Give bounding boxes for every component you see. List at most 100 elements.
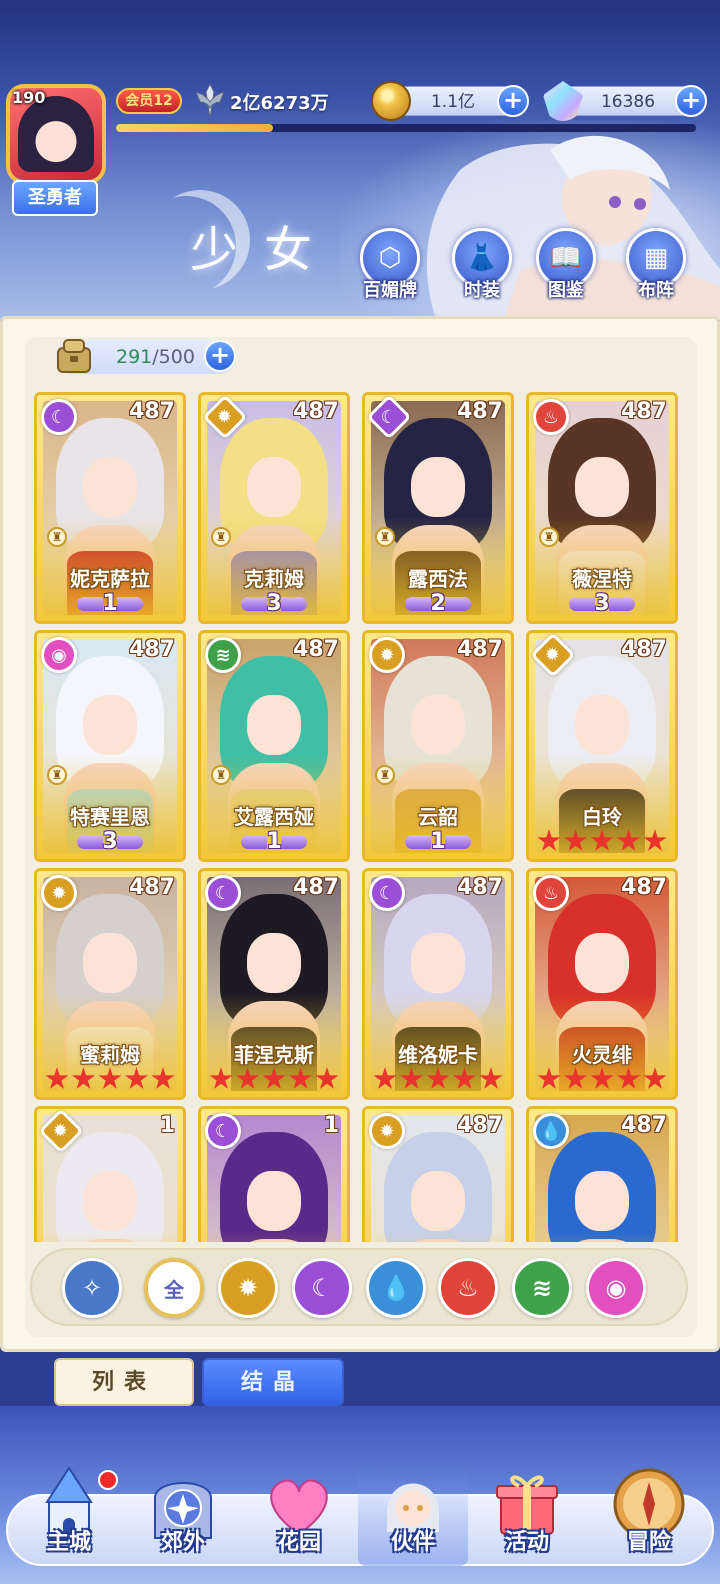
star-icon: [643, 1067, 667, 1089]
fashion-button[interactable]: 👗 时装: [446, 228, 518, 302]
portrait-face: [83, 694, 137, 755]
exp-progress-bar: [116, 124, 696, 132]
character-card[interactable]: ✹ 487 蜜莉姆: [34, 868, 186, 1100]
nav-partners[interactable]: 伙伴: [358, 1462, 468, 1566]
character-card[interactable]: ☾ 487 菲涅克斯: [198, 868, 350, 1100]
filter-all-button[interactable]: 全: [144, 1258, 204, 1318]
star-icon: [479, 1067, 503, 1089]
character-level: 487: [621, 637, 667, 662]
character-level: 487: [457, 637, 503, 662]
codex-button[interactable]: 📖 图鉴: [530, 228, 602, 302]
character-level: 487: [293, 875, 339, 900]
awakening-rank: 3: [102, 829, 118, 854]
character-card[interactable]: ♨ 487 火灵绯: [526, 868, 678, 1100]
star-icon: [616, 829, 641, 851]
character-card[interactable]: ✹ 487 ♜ 克莉姆 3: [198, 392, 350, 624]
fashion-label: 时装: [464, 280, 500, 301]
class-icon: ♜: [47, 527, 67, 547]
character-card[interactable]: ✹ 487 白玲: [526, 630, 678, 862]
portrait-face: [575, 932, 629, 993]
character-name: 妮克萨拉: [70, 567, 150, 591]
awakening-rank: 2: [430, 591, 446, 616]
fire-element-icon: ♨: [533, 875, 569, 911]
capacity-indicator: 291/500 +: [56, 339, 236, 374]
character-card[interactable]: ✹ 487: [362, 1106, 514, 1242]
filter-star-button[interactable]: ✧: [62, 1258, 122, 1318]
character-card[interactable]: ☾ 1: [198, 1106, 350, 1242]
sun-icon: ✹: [237, 1274, 259, 1302]
awakening-rank: 3: [594, 591, 610, 616]
star-icon: [151, 1067, 175, 1089]
vip-badge[interactable]: 会员12: [116, 88, 182, 114]
formation-button[interactable]: ▦ 布阵: [620, 228, 692, 302]
character-card[interactable]: ♨ 487 ♜ 薇涅特 3: [526, 392, 678, 624]
nav-events[interactable]: 活动: [472, 1462, 582, 1566]
character-name: 白玲: [582, 805, 622, 829]
star-icon: [288, 1067, 313, 1089]
character-level: 487: [457, 875, 503, 900]
add-gem-button[interactable]: +: [675, 85, 707, 117]
filter-heart-button[interactable]: ◉: [586, 1258, 646, 1318]
awakening-wings-badge: 1: [77, 591, 143, 617]
star-icon: [563, 1067, 588, 1089]
fire-icon: ♨: [457, 1274, 479, 1302]
class-icon: ♜: [211, 765, 231, 785]
nav-suburbs[interactable]: 郊外: [128, 1462, 238, 1566]
moon-element-icon: ☾: [205, 875, 241, 911]
character-card[interactable]: ◉ 487 ♜ 特赛里恩 3: [34, 630, 186, 862]
exp-progress-fill: [116, 124, 273, 132]
class-icon: ♜: [539, 527, 559, 547]
filter-sun-button[interactable]: ✹: [218, 1258, 278, 1318]
portrait-face: [247, 1170, 301, 1231]
character-level: 487: [129, 399, 175, 424]
filter-wind-button[interactable]: ≋: [512, 1258, 572, 1318]
nav-main-city[interactable]: 主城: [14, 1462, 124, 1566]
expand-capacity-button[interactable]: +: [204, 340, 236, 372]
capacity-text: 291/500: [116, 340, 195, 374]
wind-icon: ≋: [531, 1274, 553, 1302]
class-icon: ♜: [375, 527, 395, 547]
card-deck-button[interactable]: ⬡ 百媚牌: [354, 228, 426, 302]
awakening-rank: 1: [430, 829, 446, 854]
nav-garden[interactable]: 花园: [244, 1462, 354, 1566]
awakening-rank: 3: [266, 591, 282, 616]
water-icon: 💧: [381, 1274, 411, 1302]
star-rating: [373, 1067, 503, 1091]
combat-power-icon: [195, 82, 225, 119]
filter-all-label: 全: [164, 1277, 184, 1302]
tab-list[interactable]: 列表: [54, 1358, 194, 1406]
awakening-wings-badge: 3: [569, 591, 635, 617]
character-grid[interactable]: ☾ 487 ♜ 妮克萨拉 1 ✹ 487 ♜ 克莉姆 3 ☾ 487 ♜ 露西法 2: [34, 392, 686, 1242]
character-card[interactable]: ✹ 1: [34, 1106, 186, 1242]
character-card[interactable]: ☾ 487 维洛妮卡: [362, 868, 514, 1100]
star-icon: [426, 1067, 450, 1089]
filter-water-button[interactable]: 💧: [366, 1258, 426, 1318]
star-icon: [616, 1067, 641, 1089]
add-gold-button[interactable]: +: [497, 85, 529, 117]
star-icon: [124, 1067, 149, 1089]
character-card[interactable]: ☾ 487 ♜ 妮克萨拉 1: [34, 392, 186, 624]
portrait-face: [411, 932, 465, 993]
player-title-badge[interactable]: 圣勇者: [12, 180, 98, 216]
tab-crystal[interactable]: 结晶: [202, 1358, 344, 1406]
filter-fire-button[interactable]: ♨: [438, 1258, 498, 1318]
character-card[interactable]: 💧 487: [526, 1106, 678, 1242]
character-card[interactable]: ☾ 487 ♜ 露西法 2: [362, 392, 514, 624]
star-rating: [209, 1067, 339, 1091]
moon-element-icon: ☾: [369, 875, 405, 911]
character-name: 露西法: [408, 567, 468, 591]
character-card[interactable]: ✹ 487 ♜ 云韶 1: [362, 630, 514, 862]
star-icon: [373, 1067, 397, 1089]
character-level: 1: [323, 1113, 339, 1138]
nav-adventure[interactable]: 冒险: [594, 1462, 704, 1566]
character-level: 487: [621, 875, 667, 900]
filter-moon-button[interactable]: ☾: [292, 1258, 352, 1318]
character-card[interactable]: ≋ 487 ♜ 艾露西娅 1: [198, 630, 350, 862]
awakening-wings-badge: 3: [77, 829, 143, 855]
bag-icon: [57, 339, 91, 373]
star-rating: [537, 829, 667, 853]
moon-icon: ☾: [311, 1274, 333, 1302]
nav-main-city-label: 主城: [46, 1530, 91, 1555]
portrait-shade: [43, 1230, 177, 1242]
star-icon: [590, 1067, 614, 1089]
